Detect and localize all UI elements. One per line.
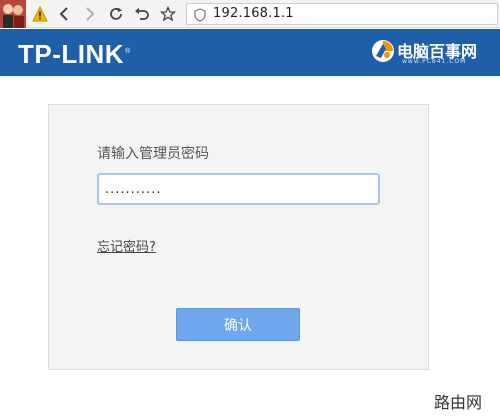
forgot-password-link[interactable]: 忘记密码? [97,236,156,255]
bookmark-star-icon[interactable] [158,4,178,24]
warning-icon[interactable] [32,5,48,22]
brand-name: TP-LINK [18,39,125,69]
pc841-logo-icon [370,38,396,64]
site-logo-watermark: 电脑百事网 www.PC841.COM [370,35,496,69]
confirm-button[interactable]: 确认 [176,308,300,341]
site-watermark: 路由网 [434,393,483,412]
back-icon[interactable] [54,4,74,24]
shield-icon [194,7,206,22]
watermark-url: www.PC841.COM [402,58,467,65]
login-panel: 请输入管理员密码 忘记密码? 确认 [48,104,429,370]
brand-mark: ® [125,48,131,56]
forward-icon[interactable] [80,4,100,24]
url-text[interactable]: 192.168.1.1 [213,6,294,21]
address-bar[interactable]: 192.168.1.1 [186,3,498,25]
undo-icon[interactable] [132,4,152,24]
password-field[interactable] [97,173,380,205]
browser-toolbar: 192.168.1.1 [0,0,500,28]
password-prompt-label: 请输入管理员密码 [97,146,209,162]
brand-logo: TP-LINK® [18,39,131,70]
router-header: TP-LINK® 电脑百事网 www.PC841.COM [0,29,500,76]
tab-favicon-icon[interactable] [0,0,26,28]
reload-icon[interactable] [106,4,126,24]
